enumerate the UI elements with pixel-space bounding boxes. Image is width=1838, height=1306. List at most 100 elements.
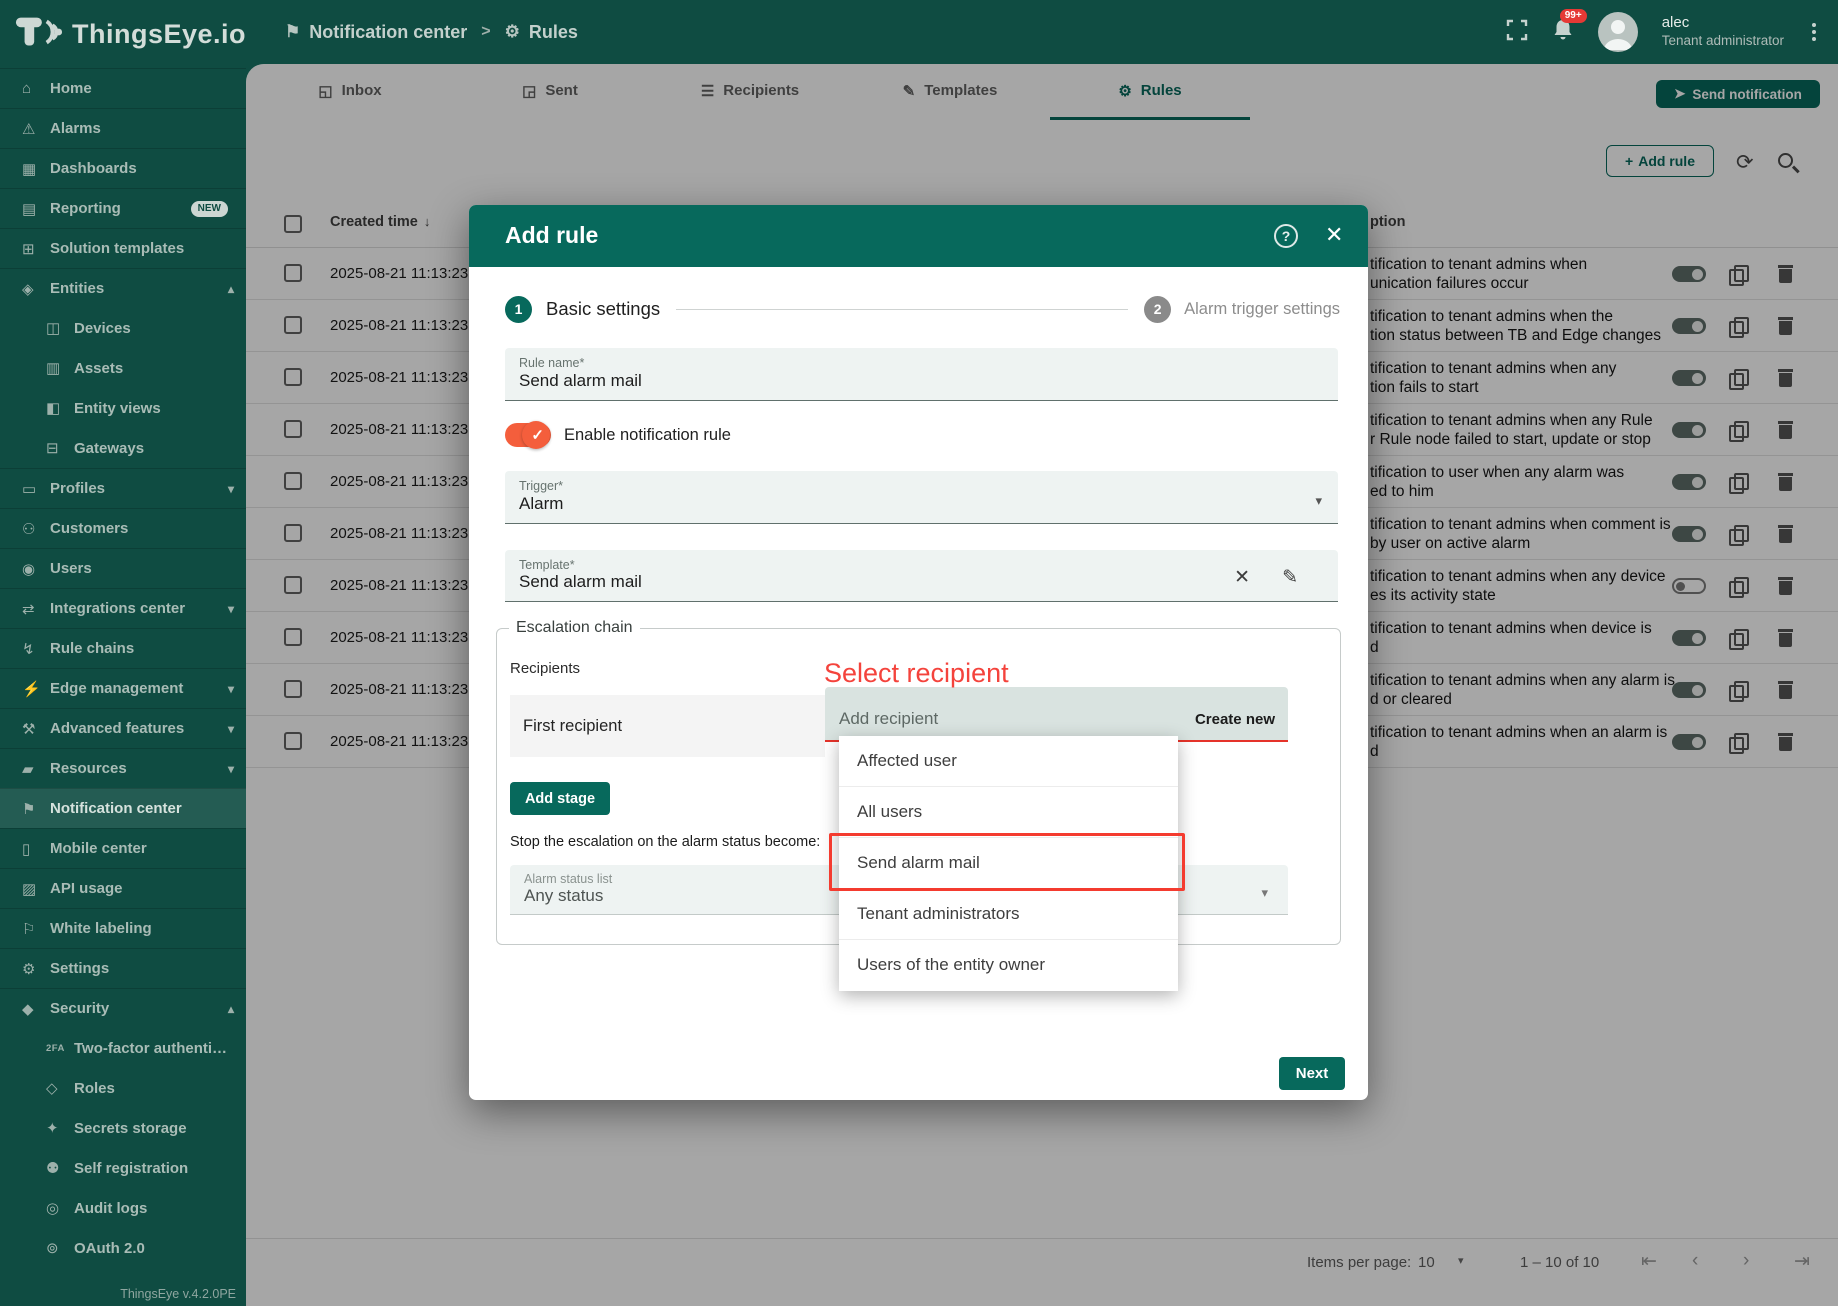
dropdown-option[interactable]: Send alarm mail — [839, 838, 1178, 889]
sidebar-item[interactable]: ◉ Users — [0, 548, 246, 588]
recipients-label: Recipients — [510, 660, 580, 677]
sidebar-item[interactable]: ▯ Mobile center — [0, 828, 246, 868]
step-2-circle[interactable]: 2 — [1144, 296, 1171, 323]
sidebar-item-label: Profiles — [50, 480, 222, 497]
breadcrumb-notification-center[interactable]: ⚑ Notification center — [285, 22, 467, 43]
sidebar-item-label: Mobile center — [50, 840, 234, 857]
sidebar-item-label: Entity views — [74, 400, 234, 417]
sidebar-item-label: Roles — [74, 1080, 234, 1097]
sidebar-item[interactable]: ⊚ OAuth 2.0 — [0, 1228, 246, 1268]
fullscreen-icon[interactable] — [1506, 19, 1528, 46]
add-recipient-input[interactable]: Add recipient Create new — [825, 687, 1288, 742]
sidebar-item-icon: ⚠ — [22, 120, 50, 138]
create-new-button[interactable]: Create new — [1195, 711, 1275, 728]
sidebar-item-icon: ⚇ — [22, 520, 50, 538]
sidebar-item[interactable]: ▥ Assets — [0, 348, 246, 388]
sidebar-item-icon: ⚡ — [22, 680, 50, 698]
trigger-select[interactable]: Trigger* Alarm ▾ — [505, 471, 1338, 524]
sidebar-item-label: API usage — [50, 880, 234, 897]
sidebar-item-icon: ⌂ — [22, 80, 50, 97]
sidebar-item-icon: ◎ — [46, 1199, 74, 1217]
sidebar-item-label: Customers — [50, 520, 234, 537]
sidebar-item-label: Advanced features — [50, 720, 222, 737]
chevron-down-icon[interactable]: ▾ — [1315, 493, 1322, 509]
alarm-status-value: Any status — [524, 886, 603, 906]
rules-gear-icon: ⚙ — [505, 22, 520, 42]
sidebar-item-icon: 2FA — [46, 1043, 74, 1054]
more-vert-icon[interactable] — [1808, 19, 1820, 45]
template-value: Send alarm mail — [519, 572, 642, 592]
user-name: alec — [1662, 14, 1784, 33]
sidebar-item-icon: ⚐ — [22, 920, 50, 938]
sidebar-item[interactable]: ◈ Entities ▴ — [0, 268, 246, 308]
sidebar-item[interactable]: ⌂ Home — [0, 68, 246, 108]
breadcrumb-rules[interactable]: ⚙ Rules — [505, 22, 578, 43]
sidebar-item[interactable]: ⚐ White labeling — [0, 908, 246, 948]
sidebar-item[interactable]: ◆ Security ▴ — [0, 988, 246, 1028]
sidebar-item[interactable]: ⚡ Edge management ▾ — [0, 668, 246, 708]
sidebar-item[interactable]: ⚙ Settings — [0, 948, 246, 988]
sidebar-item[interactable]: ⚉ Self registration — [0, 1148, 246, 1188]
sidebar-item[interactable]: ◇ Roles — [0, 1068, 246, 1108]
add-stage-button[interactable]: Add stage — [510, 782, 610, 815]
sidebar-item[interactable]: ▤ Reporting NEW — [0, 188, 246, 228]
sidebar-item-label: Audit logs — [74, 1200, 234, 1217]
new-badge: NEW — [191, 201, 228, 217]
sidebar-item-icon: ⇄ — [22, 600, 50, 618]
sidebar-item[interactable]: ▦ Dashboards — [0, 148, 246, 188]
sidebar-item[interactable]: ▭ Profiles ▾ — [0, 468, 246, 508]
sidebar-item[interactable]: ◧ Entity views — [0, 388, 246, 428]
sidebar-item-label: Devices — [74, 320, 234, 337]
first-recipient-row: First recipient — [510, 695, 825, 757]
sidebar-item-label: Alarms — [50, 120, 234, 137]
user-info: alec Tenant administrator — [1662, 14, 1784, 50]
sidebar-item[interactable]: ▨ API usage — [0, 868, 246, 908]
close-icon[interactable]: ✕ — [1325, 222, 1343, 248]
sidebar-item-icon: ▰ — [22, 760, 50, 778]
sidebar-item-icon: ◆ — [22, 1000, 50, 1018]
sidebar-item[interactable]: ▰ Resources ▾ — [0, 748, 246, 788]
sidebar-item[interactable]: ⚇ Customers — [0, 508, 246, 548]
enable-rule-toggle[interactable]: ✓ — [505, 423, 551, 447]
dropdown-option[interactable]: Affected user — [839, 736, 1178, 787]
sidebar-item[interactable]: ↯ Rule chains — [0, 628, 246, 668]
sidebar-item[interactable]: 2FA Two-factor authenticati… — [0, 1028, 246, 1068]
sidebar-item[interactable]: ⊞ Solution templates — [0, 228, 246, 268]
sidebar-item-icon: ▨ — [22, 880, 50, 898]
sidebar-item-label: Integrations center — [50, 600, 222, 617]
stepper-connector — [676, 309, 1128, 310]
edit-pencil-icon[interactable]: ✎ — [1282, 566, 1298, 589]
step-1-circle[interactable]: 1 — [505, 296, 532, 323]
version-label: ThingsEye v.4.2.0PE — [120, 1287, 236, 1301]
help-icon[interactable]: ? — [1274, 224, 1298, 248]
rule-name-field[interactable]: Rule name* Send alarm mail — [505, 348, 1338, 401]
sidebar-item-label: Entities — [50, 280, 222, 297]
chevron-icon: ▴ — [228, 282, 234, 296]
template-field[interactable]: Template* Send alarm mail ✕ ✎ — [505, 550, 1338, 602]
avatar[interactable] — [1598, 12, 1638, 52]
sidebar-item-icon: ⊞ — [22, 240, 50, 258]
sidebar-item[interactable]: ✦ Secrets storage — [0, 1108, 246, 1148]
sidebar-item-icon: ⚑ — [22, 800, 50, 818]
sidebar-item[interactable]: ◫ Devices — [0, 308, 246, 348]
sidebar-item[interactable]: ⊟ Gateways — [0, 428, 246, 468]
sidebar-item[interactable]: ⇄ Integrations center ▾ — [0, 588, 246, 628]
chevron-down-icon[interactable]: ▾ — [1261, 885, 1268, 901]
next-button[interactable]: Next — [1279, 1057, 1345, 1090]
dropdown-option[interactable]: Users of the entity owner — [839, 940, 1178, 991]
brand[interactable]: ThingsEye.io — [14, 12, 246, 57]
enable-rule-toggle-row[interactable]: ✓ Enable notification rule — [505, 423, 731, 447]
sidebar-item[interactable]: ⚑ Notification center — [0, 788, 246, 828]
sidebar-item-label: Two-factor authenticati… — [74, 1040, 234, 1057]
rule-name-label: Rule name* — [519, 356, 584, 370]
sidebar-item-icon: ▭ — [22, 480, 50, 498]
dropdown-option[interactable]: Tenant administrators — [839, 889, 1178, 940]
chevron-icon: ▴ — [228, 1002, 234, 1016]
sidebar-item[interactable]: ⚠ Alarms — [0, 108, 246, 148]
clear-icon[interactable]: ✕ — [1234, 566, 1250, 589]
notifications-bell-icon[interactable]: 99+ — [1552, 18, 1574, 47]
sidebar-item-label: Gateways — [74, 440, 234, 457]
dropdown-option[interactable]: All users — [839, 787, 1178, 838]
sidebar-item[interactable]: ◎ Audit logs — [0, 1188, 246, 1228]
sidebar-item[interactable]: ⚒ Advanced features ▾ — [0, 708, 246, 748]
